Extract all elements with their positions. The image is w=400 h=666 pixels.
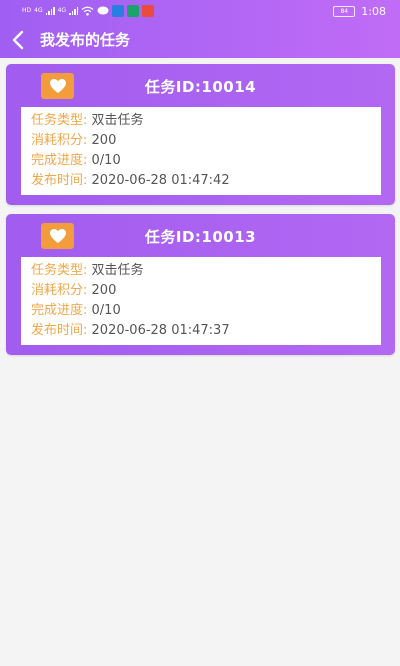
points-label: 消耗积分: (31, 133, 88, 148)
publish-time-value: 2020-06-28 01:47:37 (91, 323, 230, 338)
progress-row: 完成进度: 0/10 (31, 301, 121, 321)
task-type-label: 任务类型: (31, 263, 88, 278)
network-4g-label: 4G (34, 7, 43, 14)
points-row: 消耗积分: 200 (31, 281, 116, 301)
task-details: 任务类型: 双击任务 消耗积分: 200 完成进度: 0/10 发布时间: 20… (21, 107, 381, 195)
points-value: 200 (91, 283, 117, 298)
app-badge-green-icon (127, 5, 140, 17)
progress-row: 完成进度: 0/10 (31, 151, 121, 171)
progress-value: 0/10 (91, 153, 121, 168)
task-type-value: 双击任务 (91, 113, 144, 128)
chat-icon (97, 6, 109, 15)
signal-icon (45, 7, 55, 15)
app-badge-blue-icon (112, 5, 125, 17)
chevron-left-icon (12, 30, 24, 50)
task-id-title: 任务ID:10013 (144, 228, 257, 246)
points-row: 消耗积分: 200 (31, 131, 116, 151)
task-type-row: 任务类型: 双击任务 (31, 261, 144, 281)
publish-time-row: 发布时间: 2020-06-28 01:47:37 (31, 321, 230, 341)
publish-time-value: 2020-06-28 01:47:42 (91, 173, 230, 188)
hd-label: HD (22, 7, 32, 14)
app-badge-red-icon (142, 5, 155, 17)
progress-label: 完成进度: (31, 303, 88, 318)
back-button[interactable] (6, 26, 30, 54)
task-card[interactable]: 任务ID:10014 任务类型: 双击任务 消耗积分: 200 完成进度: 0/… (6, 64, 395, 205)
page-title: 我发布的任务 (40, 31, 131, 49)
network-4g-label-2: 4G (57, 7, 67, 14)
task-card[interactable]: 任务ID:10013 任务类型: 双击任务 消耗积分: 200 完成进度: 0/… (6, 214, 395, 355)
publish-time-label: 发布时间: (31, 173, 88, 188)
status-right: 84 1:08 (333, 3, 386, 19)
status-indicators: HD 4G 4G (22, 3, 155, 19)
signal-icon-2 (69, 7, 79, 15)
publish-time-label: 发布时间: (31, 323, 88, 338)
publish-time-row: 发布时间: 2020-06-28 01:47:42 (31, 171, 230, 191)
progress-label: 完成进度: (31, 153, 88, 168)
task-details: 任务类型: 双击任务 消耗积分: 200 完成进度: 0/10 发布时间: 20… (21, 257, 381, 345)
task-type-value: 双击任务 (91, 263, 144, 278)
task-type-label: 任务类型: (31, 113, 88, 128)
nav-bar: 我发布的任务 (0, 22, 400, 58)
status-bar: HD 4G 4G 84 1:08 (0, 0, 400, 22)
task-type-row: 任务类型: 双击任务 (31, 111, 144, 131)
wifi-icon (81, 6, 94, 16)
battery-icon: 84 (333, 5, 356, 17)
clock: 1:08 (361, 4, 386, 18)
task-id-title: 任务ID:10014 (144, 78, 257, 96)
points-label: 消耗积分: (31, 283, 88, 298)
points-value: 200 (91, 133, 117, 148)
app-header: HD 4G 4G 84 1:08 我发布的任务 (0, 0, 400, 58)
progress-value: 0/10 (91, 303, 121, 318)
